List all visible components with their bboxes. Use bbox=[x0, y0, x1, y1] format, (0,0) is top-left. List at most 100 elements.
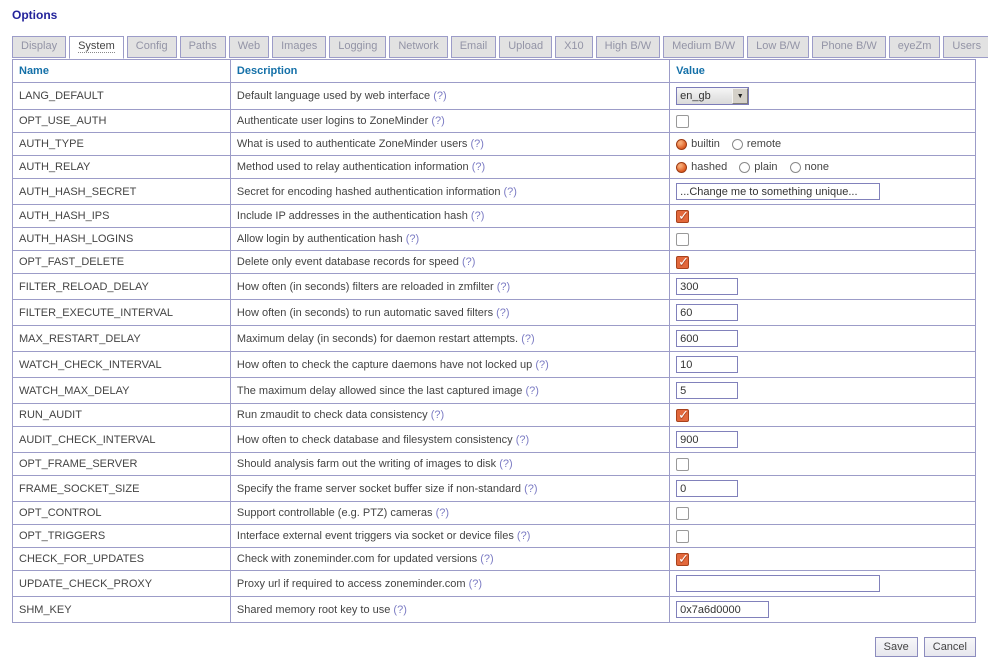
help-link[interactable]: (?) bbox=[433, 90, 446, 102]
description-text: How often (in seconds) to run automatic … bbox=[237, 307, 493, 319]
tab-web[interactable]: Web bbox=[229, 36, 269, 58]
save-button[interactable]: Save bbox=[875, 637, 918, 657]
option-name: FILTER_EXECUTE_INTERVAL bbox=[13, 300, 231, 326]
tab-medium-b-w[interactable]: Medium B/W bbox=[663, 36, 744, 58]
tab-phone-b-w[interactable]: Phone B/W bbox=[812, 36, 886, 58]
option-name: AUDIT_CHECK_INTERVAL bbox=[13, 427, 231, 453]
tab-low-b-w[interactable]: Low B/W bbox=[747, 36, 809, 58]
value-input[interactable] bbox=[676, 304, 738, 321]
option-name: OPT_CONTROL bbox=[13, 502, 231, 525]
help-link[interactable]: (?) bbox=[436, 507, 449, 519]
tab-images[interactable]: Images bbox=[272, 36, 326, 58]
checkbox-unchecked[interactable] bbox=[676, 233, 689, 246]
option-value bbox=[670, 228, 976, 251]
help-link[interactable]: (?) bbox=[462, 256, 475, 268]
checkbox-unchecked[interactable] bbox=[676, 507, 689, 520]
tab-system[interactable]: System bbox=[69, 36, 124, 59]
option-row-frame_socket_size: FRAME_SOCKET_SIZESpecify the frame serve… bbox=[13, 476, 976, 502]
value-input[interactable] bbox=[676, 382, 738, 399]
help-link[interactable]: (?) bbox=[516, 434, 529, 446]
tab-high-b-w[interactable]: High B/W bbox=[596, 36, 660, 58]
radio-hashed[interactable] bbox=[676, 162, 687, 173]
help-link[interactable]: (?) bbox=[470, 138, 483, 150]
checkbox-unchecked[interactable] bbox=[676, 458, 689, 471]
help-link[interactable]: (?) bbox=[469, 578, 482, 590]
chevron-down-icon[interactable]: ▼ bbox=[732, 88, 748, 104]
radio-none[interactable] bbox=[790, 162, 801, 173]
option-description: Should analysis farm out the writing of … bbox=[230, 453, 669, 476]
help-link[interactable]: (?) bbox=[471, 210, 484, 222]
option-name: FILTER_RELOAD_DELAY bbox=[13, 274, 231, 300]
option-description: Method used to relay authentication info… bbox=[230, 156, 669, 179]
checkbox-unchecked[interactable] bbox=[676, 530, 689, 543]
checkbox-checked[interactable] bbox=[676, 553, 689, 566]
help-link[interactable]: (?) bbox=[393, 604, 406, 616]
help-link[interactable]: (?) bbox=[406, 233, 419, 245]
description-text: Allow login by authentication hash bbox=[237, 233, 403, 245]
checkbox-checked[interactable] bbox=[676, 210, 689, 223]
tab-users[interactable]: Users bbox=[943, 36, 988, 58]
radio-remote[interactable] bbox=[732, 139, 743, 150]
option-value bbox=[670, 502, 976, 525]
option-value bbox=[670, 378, 976, 404]
options-tabbar: DisplaySystemConfigPathsWebImages Logging… bbox=[12, 36, 976, 58]
tab-eyezm[interactable]: eyeZm bbox=[889, 36, 941, 58]
value-input[interactable] bbox=[676, 601, 769, 618]
cancel-button[interactable]: Cancel bbox=[924, 637, 976, 657]
value-input[interactable] bbox=[676, 330, 738, 347]
option-row-run_audit: RUN_AUDITRun zmaudit to check data consi… bbox=[13, 404, 976, 427]
tab-x10[interactable]: X10 bbox=[555, 36, 593, 58]
option-row-opt_frame_server: OPT_FRAME_SERVERShould analysis farm out… bbox=[13, 453, 976, 476]
radio-builtin[interactable] bbox=[676, 139, 687, 150]
help-link[interactable]: (?) bbox=[431, 409, 444, 421]
language-select[interactable]: en_gb▼ bbox=[676, 87, 749, 105]
help-link[interactable]: (?) bbox=[521, 333, 534, 345]
option-description: Support controllable (e.g. PTZ) cameras … bbox=[230, 502, 669, 525]
value-input[interactable] bbox=[676, 480, 738, 497]
option-description: Proxy url if required to access zonemind… bbox=[230, 571, 669, 597]
tab-upload[interactable]: Upload bbox=[499, 36, 552, 58]
tab-network[interactable]: Network bbox=[389, 36, 447, 58]
option-description: How often to check database and filesyst… bbox=[230, 427, 669, 453]
tab-paths[interactable]: Paths bbox=[180, 36, 226, 58]
help-link[interactable]: (?) bbox=[497, 281, 510, 293]
tab-label: eyeZm bbox=[898, 40, 932, 52]
help-link[interactable]: (?) bbox=[431, 115, 444, 127]
option-row-update_check_proxy: UPDATE_CHECK_PROXYProxy url if required … bbox=[13, 571, 976, 597]
help-link[interactable]: (?) bbox=[504, 186, 517, 198]
table-header-row: NameDescriptionValue bbox=[13, 60, 976, 83]
value-input[interactable] bbox=[676, 431, 738, 448]
value-input[interactable] bbox=[676, 183, 880, 200]
tab-config[interactable]: Config bbox=[127, 36, 177, 58]
tab-logging[interactable]: Logging bbox=[329, 36, 386, 58]
description-text: Check with zoneminder.com for updated ve… bbox=[237, 553, 477, 565]
help-link[interactable]: (?) bbox=[496, 307, 509, 319]
checkbox-unchecked[interactable] bbox=[676, 115, 689, 128]
tab-label: Logging bbox=[338, 40, 377, 52]
help-link[interactable]: (?) bbox=[499, 458, 512, 470]
option-row-max_restart_delay: MAX_RESTART_DELAYMaximum delay (in secon… bbox=[13, 326, 976, 352]
tab-display[interactable]: Display bbox=[12, 36, 66, 58]
checkbox-checked[interactable] bbox=[676, 409, 689, 422]
help-link[interactable]: (?) bbox=[480, 553, 493, 565]
radio-plain[interactable] bbox=[739, 162, 750, 173]
checkbox-checked[interactable] bbox=[676, 256, 689, 269]
option-name: OPT_USE_AUTH bbox=[13, 110, 231, 133]
description-text: How often to check database and filesyst… bbox=[237, 434, 513, 446]
value-input[interactable] bbox=[676, 575, 880, 592]
help-link[interactable]: (?) bbox=[517, 530, 530, 542]
option-description: Run zmaudit to check data consistency (?… bbox=[230, 404, 669, 427]
description-text: Run zmaudit to check data consistency bbox=[237, 409, 428, 421]
help-link[interactable]: (?) bbox=[472, 161, 485, 173]
value-input[interactable] bbox=[676, 278, 738, 295]
option-value bbox=[670, 404, 976, 427]
option-description: Include IP addresses in the authenticati… bbox=[230, 205, 669, 228]
tab-label: Network bbox=[398, 40, 438, 52]
value-input[interactable] bbox=[676, 356, 738, 373]
help-link[interactable]: (?) bbox=[525, 385, 538, 397]
tab-email[interactable]: Email bbox=[451, 36, 497, 58]
option-description: Interface external event triggers via so… bbox=[230, 525, 669, 548]
option-description: Maximum delay (in seconds) for daemon re… bbox=[230, 326, 669, 352]
help-link[interactable]: (?) bbox=[524, 483, 537, 495]
help-link[interactable]: (?) bbox=[535, 359, 548, 371]
